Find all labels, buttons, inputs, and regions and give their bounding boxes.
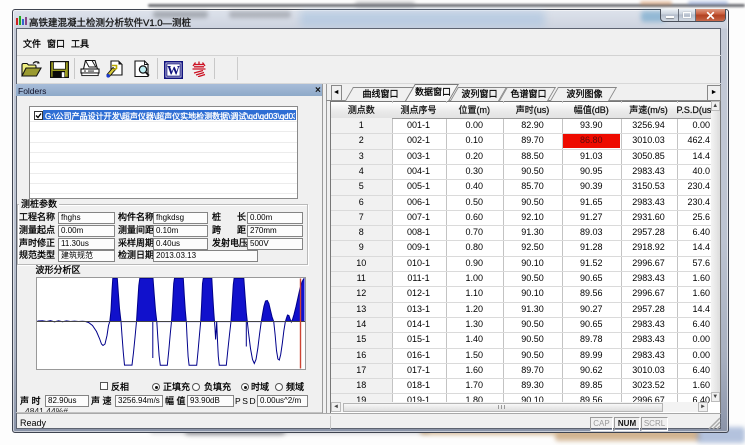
svg-text:W: W — [167, 62, 180, 77]
